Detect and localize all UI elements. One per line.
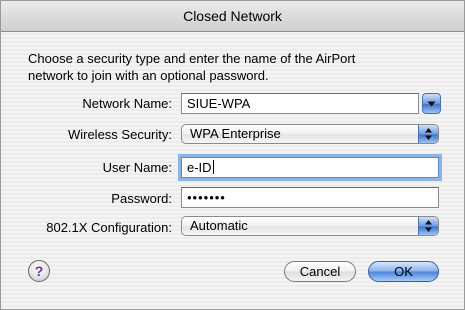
prompt-line-2: network to join with an optional passwor… [28,68,269,83]
chevron-down-icon [427,101,436,107]
closed-network-dialog: Closed Network Choose a security type an… [0,0,465,310]
cancel-button[interactable]: Cancel [284,261,356,282]
network-name-field[interactable]: SIUE-WPA [181,93,419,114]
network-name-label: Network Name: [82,96,172,111]
config-stepper [418,217,438,235]
network-name-dropdown-button[interactable] [422,93,441,114]
up-down-arrows-icon [425,220,432,232]
user-name-label: User Name: [102,160,172,175]
text-cursor [212,160,214,174]
user-name-field[interactable]: e-ID [181,157,439,178]
password-field[interactable]: ••••••• [181,187,439,208]
password-label: Password: [111,191,172,206]
config-label: 802.1X Configuration: [46,220,172,235]
prompt-line-1: Choose a security type and enter the nam… [28,51,356,66]
wireless-security-value: WPA Enterprise [190,126,281,141]
wireless-security-label: Wireless Security: [67,127,172,142]
window-title: Closed Network [1,1,464,32]
ok-button[interactable]: OK [368,261,439,282]
config-popup[interactable]: Automatic [181,216,439,236]
wireless-security-popup[interactable]: WPA Enterprise [181,124,439,144]
user-name-value: e-ID [187,160,212,175]
up-down-arrows-icon [425,128,432,140]
help-button[interactable]: ? [28,260,50,282]
config-value: Automatic [190,218,248,233]
dialog-prompt: Choose a security type and enter the nam… [28,50,448,84]
wireless-security-stepper [418,125,438,143]
network-name-combobox[interactable]: SIUE-WPA [181,93,441,114]
